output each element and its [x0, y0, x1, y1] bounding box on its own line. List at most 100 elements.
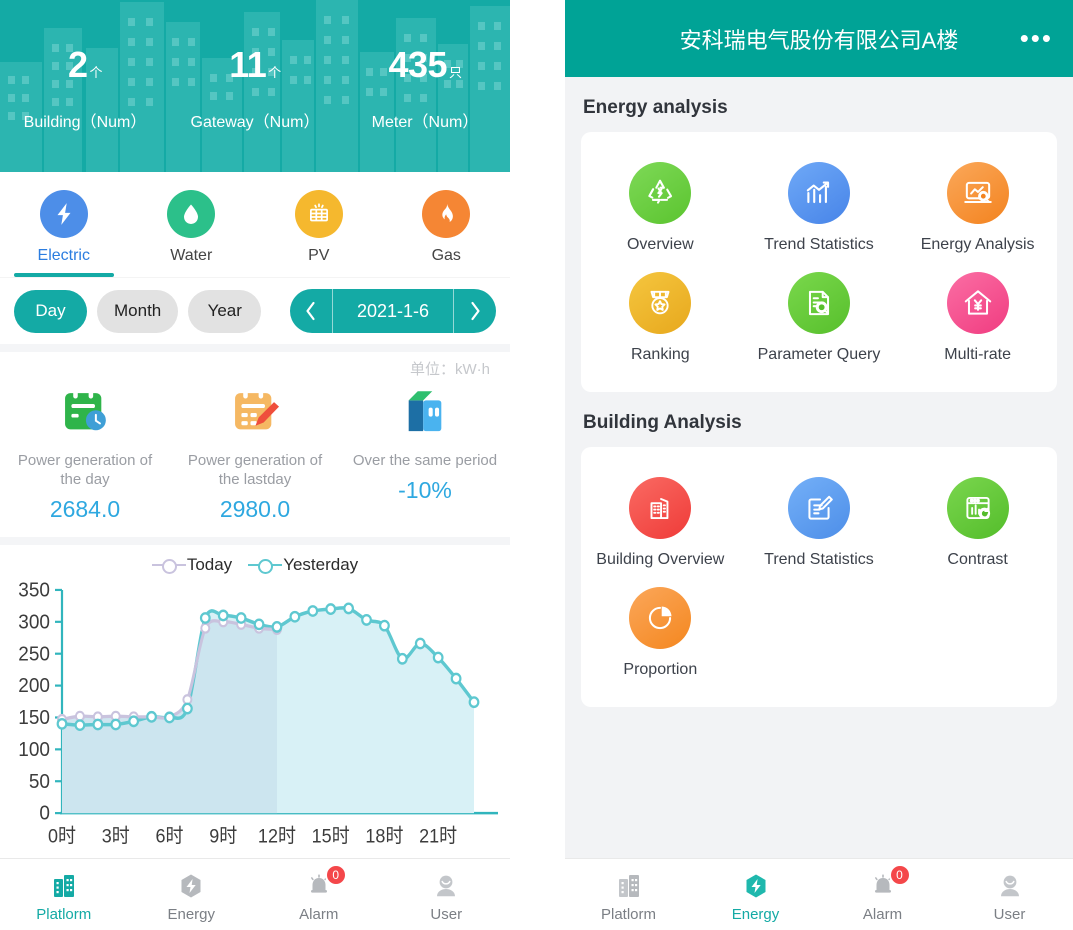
energy-type-tabs: Electric Water PV Gas	[0, 172, 510, 277]
chart-y-tick-label: 0	[39, 801, 50, 824]
stat-over-same-period[interactable]: Over the same period -10%	[340, 382, 510, 523]
nav-item-user[interactable]: User	[383, 859, 511, 930]
flame-icon	[422, 190, 471, 238]
house-yen-icon	[946, 272, 1009, 334]
chart-x-tick-label: 21时	[419, 824, 457, 846]
building-icon	[615, 870, 643, 902]
legend-label-today: Today	[186, 554, 233, 574]
tab-pv[interactable]: PV	[255, 172, 383, 277]
stat-power-generation-lastday[interactable]: Power generation of the lastday 2980.0	[170, 382, 340, 523]
nav-item-user-right[interactable]: User	[946, 859, 1073, 930]
hero-building-value: 2	[67, 43, 88, 85]
chevron-left-icon[interactable]	[290, 289, 332, 333]
hero-meter-value: 435	[388, 43, 448, 85]
chart-point-yesterday	[146, 710, 157, 723]
hero-stat-gateway: 11 个 Gateway（Num）	[170, 43, 340, 132]
chart-point-yesterday	[325, 602, 337, 615]
nav-item-alarm-right[interactable]: 0 Alarm	[819, 859, 946, 930]
section-title-building-analysis: Building Analysis	[583, 412, 742, 433]
tab-electric[interactable]: Electric	[0, 172, 128, 277]
more-dots-icon[interactable]: •••	[1020, 25, 1053, 50]
hero-gateway-value: 11	[229, 43, 267, 85]
menu-item-building-trend-statistics[interactable]: Trend Statistics	[740, 465, 899, 575]
alarm-bell-icon: 0	[305, 864, 347, 902]
menu-item-ranking[interactable]: Ranking	[581, 260, 740, 370]
nav-item-platform-right-label: Platlorm	[600, 906, 656, 923]
chart-x-tick-label: 18时	[365, 824, 403, 846]
legend-item-yesterday[interactable]: Yesterday	[248, 555, 358, 575]
nav-item-energy-label: Energy	[167, 906, 216, 923]
nav-item-energy-right[interactable]: Energy	[692, 859, 819, 930]
monitor-search-icon	[946, 162, 1009, 224]
chart-point-yesterday	[432, 651, 444, 663]
chart-point-yesterday	[379, 619, 390, 632]
menu-item-trend-statistics-label: Trend Statistics	[764, 236, 874, 253]
line-area-chart: 0 50 100 150 200 250 300 350 0时 3时 6时 9时 12时 15时 18时 21…	[18, 579, 498, 846]
chart-y-tick-label: 50	[29, 770, 50, 793]
nav-item-energy-right-label: Energy	[731, 906, 780, 923]
period-chip-month[interactable]: Month	[97, 289, 179, 333]
user-icon	[996, 870, 1024, 902]
hourly-energy-chart-card: Today Yesterday 0 50 100 150 200 250 300 350 0时 3…	[0, 544, 510, 858]
stat-power-generation-day-title: Power generation of the day	[17, 452, 153, 488]
menu-item-proportion[interactable]: Proportion	[581, 575, 740, 685]
date-value[interactable]: 2021-1-6	[333, 289, 453, 333]
left-phone-screen: 2个 Building（Num） 11 个 Gateway（Num） 435 只 M…	[0, 0, 510, 930]
hero-gateway-unit: 个	[268, 64, 281, 80]
legend-item-today[interactable]: Today	[151, 554, 233, 575]
generation-stats-card: 单位：kW·h Power generation of the day 2684…	[0, 352, 510, 537]
chart-x-tick-label: 3时	[102, 824, 130, 846]
tab-water-label: Water	[170, 247, 213, 264]
chart-point-yesterday	[217, 609, 229, 621]
nav-item-alarm-right-label: Alarm	[862, 906, 903, 923]
nav-item-energy[interactable]: Energy	[128, 859, 256, 930]
chart-point-yesterday	[181, 702, 193, 714]
stat-power-generation-day-value: 2684.0	[49, 495, 121, 522]
right-header-bar: 安科瑞电气股份有限公司A楼 •••	[565, 0, 1073, 77]
legend-label-yesterday: Yesterday	[283, 554, 359, 574]
chart-point-yesterday	[56, 717, 68, 730]
page-title: 安科瑞电气股份有限公司A楼	[679, 27, 959, 53]
legend-marker-yesterday-icon	[248, 558, 283, 574]
lightning-bolt-icon	[39, 190, 88, 238]
stat-over-same-period-value: -10%	[398, 476, 452, 503]
chart-plot-area: 0 50 100 150 200 250 300 350 0时 3时 6时 9时 12时 15时 18时 21…	[0, 579, 510, 853]
stat-power-generation-day[interactable]: Power generation of the day 2684.0	[0, 382, 170, 523]
period-chip-day[interactable]: Day	[14, 289, 87, 333]
hero-building-label: Building（Num）	[23, 113, 147, 131]
period-chip-year[interactable]: Year	[188, 289, 262, 333]
menu-item-trend-statistics[interactable]: Trend Statistics	[740, 150, 899, 260]
chart-point-yesterday	[253, 617, 265, 630]
chart-legend: Today Yesterday	[0, 545, 510, 575]
chart-point-yesterday	[343, 602, 355, 614]
solar-panel-icon	[294, 190, 343, 238]
menu-item-energy-analysis[interactable]: Energy Analysis	[898, 150, 1057, 260]
menu-item-overview[interactable]: Overview	[581, 150, 740, 260]
right-bottom-navigation: Platlorm Energy 0 Alarm User	[565, 858, 1073, 930]
chevron-right-icon[interactable]	[454, 289, 496, 333]
nav-item-alarm[interactable]: 0 Alarm	[255, 859, 383, 930]
building-analysis-card: Building Overview Trend Statistics Contr…	[581, 447, 1057, 707]
legend-marker-today-icon	[151, 558, 186, 574]
chart-y-tick-label: 350	[18, 579, 50, 602]
tab-gas[interactable]: Gas	[383, 172, 511, 277]
tab-water[interactable]: Water	[128, 172, 256, 277]
chart-y-tick-label: 150	[18, 706, 50, 729]
nav-item-platform[interactable]: Platlorm	[0, 859, 128, 930]
nav-item-platform-right[interactable]: Platlorm	[565, 859, 692, 930]
menu-item-parameter-query[interactable]: Parameter Query	[740, 260, 899, 370]
chart-refresh-icon	[946, 477, 1009, 539]
tab-pv-label: PV	[308, 247, 330, 264]
recycle-energy-icon	[629, 162, 692, 224]
menu-item-contrast[interactable]: Contrast	[898, 465, 1057, 575]
chart-point-yesterday	[361, 613, 372, 626]
left-bottom-navigation: Platlorm Energy 0 Alarm User	[0, 858, 510, 930]
chart-point-yesterday	[468, 695, 480, 708]
menu-item-multi-rate[interactable]: Multi-rate	[898, 260, 1057, 370]
document-edit-icon	[787, 477, 850, 539]
chart-x-tick-label: 6时	[155, 824, 183, 846]
chart-point-yesterday	[235, 611, 247, 624]
menu-item-building-overview-label: Building Overview	[596, 551, 725, 568]
chart-y-tick-label: 250	[18, 642, 50, 665]
menu-item-building-overview[interactable]: Building Overview	[581, 465, 740, 575]
